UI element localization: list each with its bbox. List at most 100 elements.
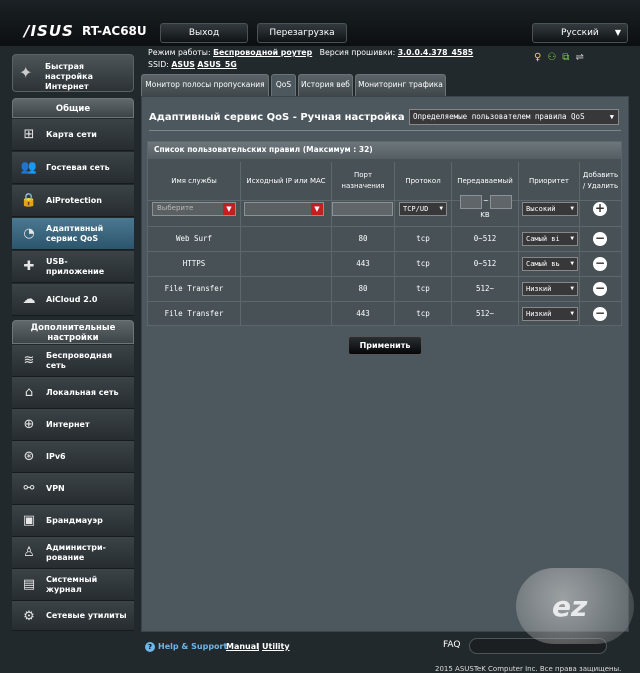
firmware-link[interactable]: 3.0.0.4.378_4585: [398, 48, 473, 57]
column-header-service: Имя службы: [171, 176, 217, 185]
delete-rule-icon[interactable]: −: [593, 282, 607, 296]
service-select[interactable]: Выберите ▼: [152, 202, 236, 216]
quick-internet-setup-button[interactable]: ✦ Быстрая настройка Интернет: [12, 54, 134, 92]
manual-link[interactable]: Manual: [226, 642, 259, 651]
priority-select[interactable]: Высокий ▼: [522, 202, 578, 216]
sidebar-item-vpn[interactable]: ⚯ VPN: [12, 473, 134, 505]
guest-network-icon: 👥: [20, 160, 38, 175]
network-map-icon: ⊞: [23, 127, 35, 142]
sidebar-item-system-log[interactable]: ▤ Системный журнал: [12, 569, 134, 601]
utility-link[interactable]: Utility: [262, 642, 290, 651]
apply-button[interactable]: Применить: [348, 336, 422, 355]
sidebar-item-label: VPN: [46, 484, 65, 493]
wand-icon: ✦: [19, 63, 33, 82]
watermark-logo: ez: [516, 568, 634, 644]
sidebar-item-aiprotection[interactable]: 🔒 AiProtection: [12, 185, 134, 217]
chevron-down-icon: ▼: [614, 28, 621, 37]
sidebar-item-label: AiProtection: [46, 196, 102, 205]
notification-icon[interactable]: ♀: [534, 52, 541, 63]
transferred-max-input[interactable]: [490, 195, 512, 209]
status-icons: ♀ ⚇ ⧉ ⇌: [534, 52, 584, 63]
clients-icon[interactable]: ⚇: [547, 52, 556, 63]
protocol-value: TCP/UD: [403, 205, 429, 213]
protocol-select[interactable]: TCP/UD ▼: [399, 202, 447, 216]
router-info: Режим работы: Беспроводной роутер Версия…: [148, 47, 473, 71]
sidebar-item-label: Сетевые утилиты: [46, 611, 127, 620]
sidebar-item-label: Системный журнал: [46, 575, 98, 594]
log-icon: ▤: [22, 577, 36, 592]
column-header-port: Порт назначения: [341, 171, 385, 190]
ipv6-globe-icon: ⊛: [23, 449, 35, 464]
sidebar-item-firewall[interactable]: ▣ Брандмауэр: [12, 505, 134, 537]
chevron-down-icon: ▼: [439, 205, 443, 212]
delete-rule-icon[interactable]: −: [593, 307, 607, 321]
tab-web-history[interactable]: История веб: [298, 74, 353, 96]
general-section-title: Общие: [12, 98, 134, 118]
qis-label: Быстрая настройка Интернет: [45, 62, 93, 91]
source-ip-mac-input[interactable]: ▼: [244, 202, 324, 216]
sidebar-item-administration[interactable]: ♙ Администри-рование: [12, 537, 134, 569]
chevron-down-icon: ▼: [223, 203, 235, 215]
sidebar-item-label: Беспроводная сеть: [46, 351, 113, 370]
delete-rule-icon[interactable]: −: [593, 232, 607, 246]
transferred-unit: KB: [480, 211, 490, 219]
rule-priority-select[interactable]: Низкий ▼: [522, 307, 578, 321]
language-select[interactable]: Русский ▼: [532, 23, 628, 43]
sidebar-item-network-map[interactable]: ⊞ Карта сети: [12, 119, 134, 151]
column-header-priority: Приоритет: [529, 176, 569, 185]
tab-traffic-monitor[interactable]: Мониторинг трафика: [355, 74, 446, 96]
rule-service: File Transfer: [164, 284, 224, 293]
tab-bandwidth-monitor[interactable]: Монитор полосы пропускания: [141, 74, 269, 96]
advanced-section-title: Дополнительные настройки: [12, 320, 134, 344]
sidebar-item-label: Карта сети: [46, 130, 97, 139]
sidebar-item-wan[interactable]: ⊕ Интернет: [12, 409, 134, 441]
sidebar-item-network-tools[interactable]: ⚙ Сетевые утилиты: [12, 601, 134, 631]
service-placeholder: Выберите: [157, 204, 194, 212]
sidebar-item-usb-app[interactable]: ✚ USB-приложение: [12, 251, 134, 283]
sidebar-item-ipv6[interactable]: ⊛ IPv6: [12, 441, 134, 473]
rule-port: 443: [356, 259, 370, 268]
page-title: Адаптивный сервис QoS - Ручная настройка: [149, 112, 405, 123]
sidebar-item-label: USB-приложение: [46, 257, 105, 276]
table-title: Список пользовательских правил (Максимум…: [148, 142, 621, 159]
rule-service: HTTPS: [182, 259, 206, 268]
add-rule-icon[interactable]: +: [593, 202, 607, 216]
rule-priority-select[interactable]: Низкий ▼: [522, 282, 578, 296]
top-bar: /ISUS RT-AC68U Выход Перезагрузка Русски…: [0, 0, 640, 46]
row-divider: [148, 226, 621, 227]
transferred-min-input[interactable]: [460, 195, 482, 209]
sidebar-item-label: Гостевая сеть: [46, 163, 110, 172]
delete-rule-icon[interactable]: −: [593, 257, 607, 271]
wifi-icon: ≋: [23, 353, 35, 368]
asus-logo: /ISUS: [24, 22, 74, 40]
sidebar-item-label: Администри-рование: [46, 543, 106, 562]
sidebar-item-wireless[interactable]: ≋ Беспроводная сеть: [12, 345, 134, 377]
sidebar-item-lan[interactable]: ⌂ Локальная сеть: [12, 377, 134, 409]
ssid-24-link[interactable]: ASUS: [171, 60, 195, 69]
qos-mode-select[interactable]: Определяемые пользователем правила QoS ▼: [409, 109, 619, 125]
row-divider: [148, 276, 621, 277]
reboot-button[interactable]: Перезагрузка: [257, 23, 347, 43]
faq-label: FAQ: [443, 640, 461, 650]
chevron-down-icon: ▼: [609, 113, 614, 121]
tools-icon: ⚙: [23, 609, 35, 624]
help-support-label: Help & Support: [158, 642, 228, 651]
help-support-link[interactable]: ? Help & Support: [145, 642, 227, 652]
logout-button[interactable]: Выход: [160, 23, 248, 43]
router-model: RT-AC68U: [82, 24, 147, 38]
network-status-icon[interactable]: ⧉: [562, 52, 569, 63]
rule-transferred: 512~: [475, 309, 495, 318]
sidebar-item-qos[interactable]: ◔ Адаптивный сервис QoS: [12, 218, 134, 250]
ssid-5g-link[interactable]: ASUS_5G: [197, 60, 236, 69]
destination-port-input[interactable]: [332, 202, 393, 216]
lock-icon: 🔒: [20, 193, 38, 208]
row-divider: [148, 200, 621, 201]
tab-qos[interactable]: QoS: [271, 74, 296, 96]
rule-priority-select[interactable]: Самый ві ▼: [522, 232, 578, 246]
mode-link[interactable]: Беспроводной роутер: [213, 48, 312, 57]
usb-icon[interactable]: ⇌: [575, 52, 583, 63]
rule-priority-select[interactable]: Самый вь ▼: [522, 257, 578, 271]
sidebar-item-aicloud[interactable]: ☁ AiCloud 2.0: [12, 284, 134, 316]
rule-port: 443: [356, 309, 370, 318]
sidebar-item-guest-network[interactable]: 👥 Гостевая сеть: [12, 152, 134, 184]
